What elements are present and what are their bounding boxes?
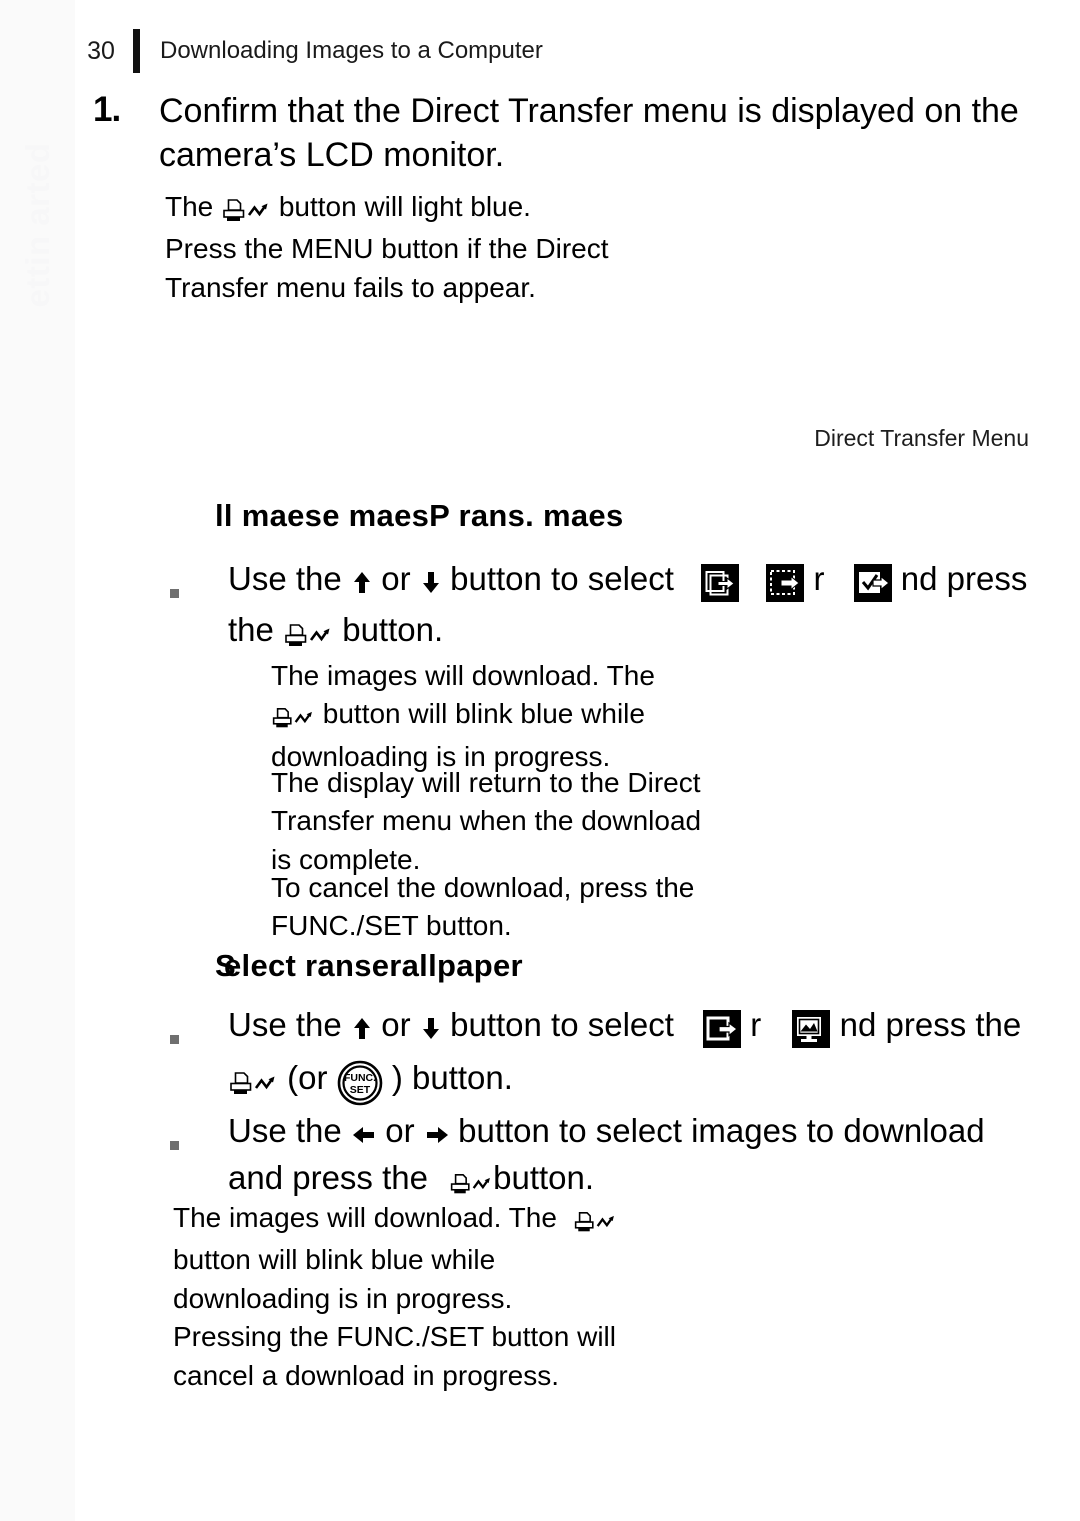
select-transfer-note-line-1: The images will download. The bbox=[173, 1200, 733, 1240]
bullet-b-part5: nd press the bbox=[839, 1006, 1022, 1043]
all-images-notes-2: The display will return to the Direct Tr… bbox=[271, 765, 791, 880]
bullet-a-part2: or bbox=[381, 560, 411, 597]
bullet-b-part4: r bbox=[750, 1006, 762, 1043]
bullet-a-part1: Use the bbox=[228, 560, 342, 597]
select-transfer-notes: The images will download. The button wil… bbox=[173, 1200, 733, 1396]
svg-text:FUNC.: FUNC. bbox=[344, 1072, 376, 1084]
all-images-note-2-line-2: Transfer menu when the download bbox=[271, 805, 702, 837]
page-number: 30 bbox=[87, 36, 115, 65]
bullet-c-line2-before: and press the bbox=[228, 1158, 428, 1196]
header-title: Downloading Images to a Computer bbox=[160, 37, 543, 64]
step-1-number: 1. bbox=[93, 90, 121, 129]
section-heading-select-transfer-part1: S bbox=[215, 948, 236, 983]
all-images-note-2-line-1: The display will return to the Direct bbox=[271, 767, 701, 798]
dpof-transfer-icon bbox=[853, 562, 892, 605]
bullet-all-images-line-2: the button. bbox=[228, 609, 1060, 656]
bullet-b-part3: button to select bbox=[450, 1006, 674, 1043]
arrow-left-icon bbox=[351, 1117, 385, 1150]
select-transfer-note-line-1-text: The images will download. The bbox=[173, 1202, 557, 1233]
arrow-down-icon bbox=[420, 1011, 450, 1044]
all-images-note-1-line-2-text: button will blink blue while bbox=[322, 698, 645, 730]
bullet-b-line2-or: (or bbox=[287, 1058, 328, 1096]
bullet-select-images-line-2: and press the button. bbox=[228, 1157, 1060, 1204]
step-1-note-line-1-before: The bbox=[165, 191, 214, 223]
print-share-icon bbox=[449, 1161, 493, 1204]
figure-caption: Direct Transfer Menu bbox=[814, 425, 1029, 451]
bullet-select-transfer: Use the or button to select r nd press t… bbox=[170, 1004, 1060, 1106]
all-images-note-1-line-2: button will blink blue while bbox=[271, 696, 791, 736]
print-share-icon bbox=[283, 613, 333, 656]
func-set-icon: FUNC. SET bbox=[337, 1060, 383, 1106]
print-share-icon bbox=[271, 700, 315, 736]
print-share-icon bbox=[221, 193, 271, 229]
svg-text:SET: SET bbox=[349, 1084, 370, 1096]
bullet-marker bbox=[170, 1110, 228, 1204]
select-transfer-note-line-2: button will blink blue while bbox=[173, 1244, 496, 1276]
bullet-select-images: Use the or button to select images to do… bbox=[170, 1110, 1060, 1204]
all-images-icon bbox=[701, 562, 740, 605]
all-images-notes-3: To cancel the download, press the FUNC./… bbox=[271, 870, 791, 947]
arrow-down-icon bbox=[420, 565, 450, 598]
all-images-note-3-line-2: FUNC./SET button. bbox=[271, 910, 512, 942]
select-transfer-note-line-4: Pressing the FUNC./SET button will bbox=[173, 1321, 616, 1353]
bullet-all-images-text: Use the or button to select r nd press t… bbox=[228, 558, 1060, 656]
arrow-up-icon bbox=[351, 1011, 381, 1044]
arrow-right-icon bbox=[424, 1117, 458, 1150]
step-1: 1. Confirm that the Direct Transfer menu… bbox=[93, 90, 1053, 308]
step-1-note-line-1: The button will light blue. bbox=[165, 189, 1053, 229]
bullet-b-line2-after: ) button. bbox=[391, 1058, 513, 1096]
bullet-c-part1: Use the bbox=[228, 1112, 342, 1149]
select-transfer-note-line-5: cancel a download in progress. bbox=[173, 1359, 560, 1391]
bullet-a-part5: nd press bbox=[900, 560, 1028, 597]
new-images-icon bbox=[766, 562, 805, 605]
all-images-note-3-line-1: To cancel the download, press the bbox=[271, 872, 695, 903]
print-share-icon bbox=[228, 1061, 278, 1104]
all-images-notes: The images will download. The button wil… bbox=[271, 658, 791, 777]
bullet-b-part2: or bbox=[381, 1006, 411, 1043]
section-heading-select-transfer: Select ranserallpaper bbox=[215, 948, 523, 984]
bullet-select-images-text: Use the or button to select images to do… bbox=[228, 1110, 1060, 1204]
bullet-select-transfer-line-2: (or FUNC. SET ) button. bbox=[228, 1057, 1060, 1106]
wallpaper-icon bbox=[792, 1008, 831, 1051]
print-share-icon bbox=[573, 1204, 617, 1240]
left-margin-band: ettin arted bbox=[0, 0, 75, 1521]
arrow-up-icon bbox=[351, 565, 381, 598]
bullet-select-transfer-text: Use the or button to select r nd press t… bbox=[228, 1004, 1060, 1106]
step-1-note-line-2: Press the MENU button if the Direct bbox=[165, 233, 609, 265]
header-divider-rule bbox=[133, 29, 140, 73]
page-content: 30 Downloading Images to a Computer 1. C… bbox=[75, 0, 1080, 1521]
bullet-a-line2-after: button. bbox=[342, 610, 444, 648]
bullet-marker bbox=[170, 558, 228, 656]
bullet-a-part4: r bbox=[813, 560, 825, 597]
all-images-note-1-line-1: The images will download. The bbox=[271, 660, 655, 691]
bullet-c-line2-after: button. bbox=[493, 1158, 595, 1196]
select-transfer-icon bbox=[703, 1008, 742, 1051]
direct-transfer-menu-figure: Direct Transfer Menu bbox=[495, 290, 1055, 460]
step-1-title: Confirm that the Direct Transfer menu is… bbox=[159, 92, 1019, 174]
bullet-c-part2: or bbox=[385, 1112, 415, 1149]
running-header: 30 Downloading Images to a Computer bbox=[75, 28, 543, 74]
bullet-marker bbox=[170, 1004, 228, 1106]
step-1-notes: The button will light blue. Press the ME… bbox=[165, 189, 1053, 306]
section-heading-all-images: ll maese maesP rans. maes bbox=[215, 498, 624, 533]
bullet-a-part3: button to select bbox=[450, 560, 674, 597]
bullet-c-part3: button to select images to download bbox=[458, 1112, 985, 1149]
section-heading-select-transfer-part2: elect ranserallpaper bbox=[223, 948, 523, 983]
chapter-tab-label: ettin arted bbox=[19, 142, 56, 308]
select-transfer-note-line-3: downloading is in progress. bbox=[173, 1282, 513, 1314]
bullet-b-part1: Use the bbox=[228, 1006, 342, 1043]
bullet-all-images: Use the or button to select r nd press t… bbox=[170, 558, 1060, 656]
bullet-a-line2-before: the bbox=[228, 610, 274, 648]
all-images-note-1: The images will download. The bbox=[271, 658, 791, 694]
step-1-note-line-1-after: button will light blue. bbox=[278, 191, 531, 223]
